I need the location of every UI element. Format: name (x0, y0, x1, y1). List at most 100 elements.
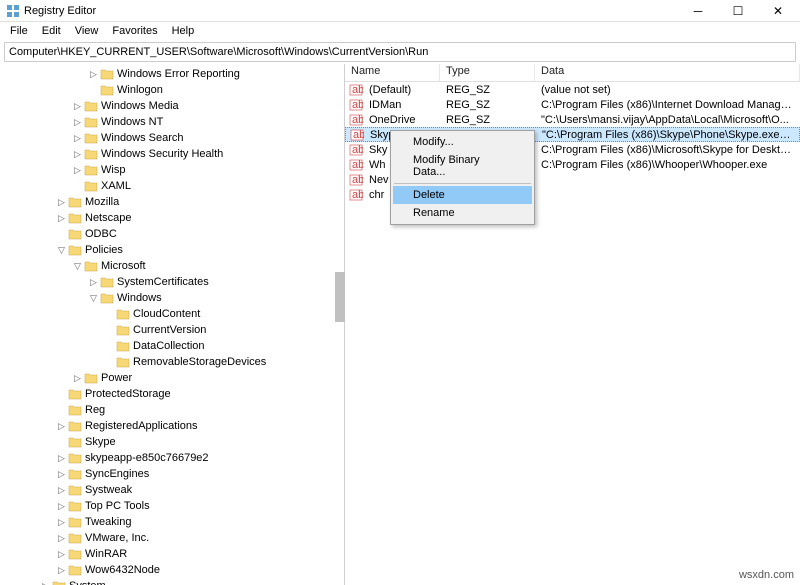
tree-item-label: Windows Security Health (101, 148, 223, 160)
tree-item[interactable]: ▷WinRAR (0, 546, 344, 562)
col-data[interactable]: Data (535, 64, 800, 81)
string-value-icon: ab (349, 189, 363, 201)
expand-icon[interactable]: ▷ (56, 501, 67, 512)
tree-item[interactable]: ·ProtectedStorage (0, 386, 344, 402)
folder-icon (84, 132, 98, 144)
expand-icon[interactable]: ▷ (40, 581, 51, 585)
tree-item[interactable]: ▷Windows Media (0, 98, 344, 114)
tree-item[interactable]: ·Reg (0, 402, 344, 418)
maximize-button[interactable]: ☐ (718, 0, 758, 22)
tree-item-label: Policies (85, 244, 123, 256)
tree-item-label: Windows (117, 292, 162, 304)
expand-icon[interactable]: ▷ (56, 421, 67, 432)
list-row[interactable]: ab(Default)REG_SZ(value not set) (345, 82, 800, 97)
tree-item[interactable]: ·XAML (0, 178, 344, 194)
tree-item[interactable]: ▷VMware, Inc. (0, 530, 344, 546)
folder-icon (68, 564, 82, 576)
tree-item[interactable]: ▽Microsoft (0, 258, 344, 274)
tree-item[interactable]: ▷SystemCertificates (0, 274, 344, 290)
expand-icon[interactable]: ▷ (56, 565, 67, 576)
expand-icon[interactable]: ▷ (88, 69, 99, 80)
collapse-icon[interactable]: ▽ (56, 245, 67, 256)
expand-icon[interactable]: ▷ (56, 197, 67, 208)
collapse-icon[interactable]: ▽ (72, 261, 83, 272)
menu-help[interactable]: Help (166, 24, 201, 38)
string-value-icon: ab (349, 144, 363, 156)
tree-item[interactable]: ·Winlogon (0, 82, 344, 98)
context-modify[interactable]: Modify... (393, 133, 532, 151)
menu-favorites[interactable]: Favorites (106, 24, 163, 38)
value-data: C:\Program Files (x86)\Microsoft\Skype f… (535, 144, 800, 156)
context-modify-binary[interactable]: Modify Binary Data... (393, 151, 532, 181)
tree-item-label: CloudContent (133, 308, 200, 320)
folder-icon (52, 580, 66, 585)
tree-item[interactable]: ▽ Policies (0, 242, 344, 258)
value-data: C:\Program Files (x86)\Internet Download… (535, 99, 800, 111)
tree-item[interactable]: ▷SyncEngines (0, 466, 344, 482)
close-button[interactable]: ✕ (758, 0, 798, 22)
context-separator (394, 183, 531, 184)
tree-item[interactable]: ▷Netscape (0, 210, 344, 226)
expand-icon[interactable]: ▷ (72, 101, 83, 112)
context-rename[interactable]: Rename (393, 204, 532, 222)
expand-icon[interactable]: ▷ (56, 517, 67, 528)
tree-item[interactable]: ▷Power (0, 370, 344, 386)
col-name[interactable]: Name (345, 64, 440, 81)
menu-view[interactable]: View (69, 24, 105, 38)
window-controls: ─ ☐ ✕ (678, 0, 798, 22)
expand-icon[interactable]: ▷ (56, 549, 67, 560)
tree-scrollbar-thumb[interactable] (335, 272, 345, 322)
folder-icon (68, 500, 82, 512)
value-data: (value not set) (535, 84, 800, 96)
tree-item[interactable]: ·CurrentVersion (0, 322, 344, 338)
expand-icon[interactable]: ▷ (72, 133, 83, 144)
svg-text:ab: ab (352, 189, 363, 201)
tree-item[interactable]: ·DataCollection (0, 338, 344, 354)
expand-icon[interactable]: ▷ (72, 117, 83, 128)
menu-file[interactable]: File (4, 24, 34, 38)
list-row[interactable]: abIDManREG_SZC:\Program Files (x86)\Inte… (345, 97, 800, 112)
expand-icon[interactable]: ▷ (56, 533, 67, 544)
tree-item[interactable]: ·Skype (0, 434, 344, 450)
folder-icon (68, 516, 82, 528)
tree-item[interactable]: ·ODBC (0, 226, 344, 242)
address-bar[interactable]: Computer\HKEY_CURRENT_USER\Software\Micr… (4, 42, 796, 62)
expand-icon[interactable]: ▷ (56, 453, 67, 464)
tree-item[interactable]: ▷ RegisteredApplications (0, 418, 344, 434)
tree-item[interactable]: ·RemovableStorageDevices (0, 354, 344, 370)
context-delete[interactable]: Delete (393, 186, 532, 204)
svg-text:ab: ab (352, 114, 363, 126)
string-value-icon: ab (350, 129, 364, 141)
tree-item[interactable]: ▷System (0, 578, 344, 585)
expand-icon[interactable]: ▷ (72, 165, 83, 176)
menu-edit[interactable]: Edit (36, 24, 67, 38)
minimize-button[interactable]: ─ (678, 0, 718, 22)
tree-item[interactable]: ▽ Windows (0, 290, 344, 306)
tree-item[interactable]: ▷Mozilla (0, 194, 344, 210)
list-row[interactable]: abOneDriveREG_SZ"C:\Users\mansi.vijay\Ap… (345, 112, 800, 127)
tree-item[interactable]: ▷Top PC Tools (0, 498, 344, 514)
tree-item[interactable]: ▷Wisp (0, 162, 344, 178)
collapse-icon[interactable]: ▽ (88, 293, 99, 304)
tree-item[interactable]: ·CloudContent (0, 306, 344, 322)
expand-icon[interactable]: ▷ (56, 213, 67, 224)
tree-item[interactable]: ▷Tweaking (0, 514, 344, 530)
folder-icon (68, 228, 82, 240)
tree-item[interactable]: ▷Windows NT (0, 114, 344, 130)
svg-text:ab: ab (352, 144, 363, 156)
col-type[interactable]: Type (440, 64, 535, 81)
expand-icon[interactable]: ▷ (56, 485, 67, 496)
tree-item[interactable]: ▷Windows Error Reporting (0, 66, 344, 82)
tree-item[interactable]: ▷skypeapp-e850c76679e2 (0, 450, 344, 466)
tree-pane[interactable]: ▷Windows Error Reporting·Winlogon▷Window… (0, 64, 345, 585)
expand-icon[interactable]: ▷ (72, 149, 83, 160)
tree-item[interactable]: ▷Systweak (0, 482, 344, 498)
regedit-icon (6, 4, 20, 18)
tree-item[interactable]: ▷Wow6432Node (0, 562, 344, 578)
expand-icon[interactable]: ▷ (88, 277, 99, 288)
tree-item[interactable]: ▷Windows Search (0, 130, 344, 146)
expand-icon[interactable]: ▷ (72, 373, 83, 384)
tree-item-label: RegisteredApplications (85, 420, 198, 432)
tree-item[interactable]: ▷ Windows Security Health (0, 146, 344, 162)
expand-icon[interactable]: ▷ (56, 469, 67, 480)
